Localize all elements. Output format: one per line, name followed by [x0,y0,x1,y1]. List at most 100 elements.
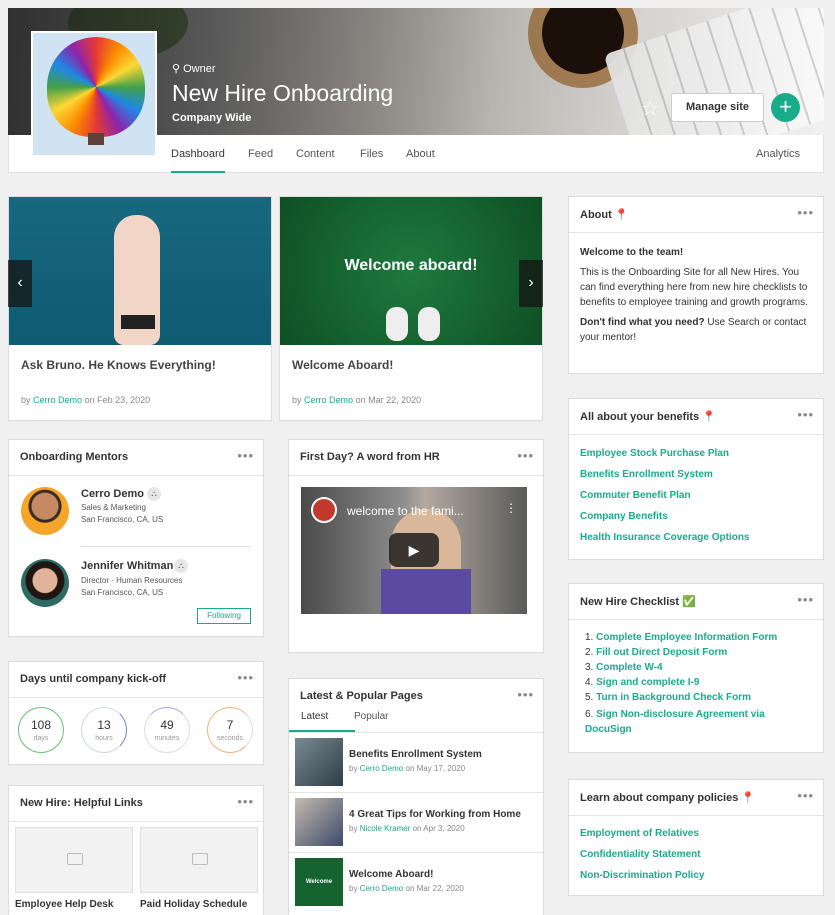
benefit-link[interactable]: Benefits Enrollment System [580,469,713,480]
checklist-item[interactable]: 6. Sign Non-disclosure Agreement via Doc… [585,707,795,737]
about-text: This is the Onboarding Site for all New … [580,267,808,308]
following-button[interactable]: Following [197,608,251,624]
author-link[interactable]: Cerro Demo [33,395,82,405]
page-title[interactable]: Benefits Enrollment System [349,749,482,760]
tile-label[interactable]: Paid Holiday Schedule [140,899,247,910]
more-dots-icon[interactable]: ••• [517,448,534,463]
carousel-slide-2[interactable]: Welcome aboard! Welcome Aboard! by Cerro… [279,196,543,421]
author-link[interactable]: Cerro Demo [360,764,404,773]
tab-content[interactable]: Content [296,148,335,160]
channel-avatar[interactable] [311,497,337,523]
site-subtitle: Company Wide [172,112,252,124]
policy-link[interactable]: Employment of Relatives [580,828,699,839]
checklist-link[interactable]: Complete Employee Information Form [596,632,777,643]
video-title[interactable]: welcome to the fami... [347,504,464,518]
tab-latest[interactable]: Latest [301,711,328,722]
author-link[interactable]: Cerro Demo [304,395,353,405]
page-title[interactable]: Welcome Aboard! [349,869,433,880]
benefit-link[interactable]: Employee Stock Purchase Plan [580,448,729,459]
benefit-link[interactable]: Health Insurance Coverage Options [580,532,750,543]
chevron-right-icon[interactable]: › [519,260,543,307]
more-dots-icon[interactable]: ••• [797,592,814,607]
list-item[interactable]: 4 Great Tips for Working from Home by Ni… [289,792,543,852]
policy-link[interactable]: Non-Discrimination Policy [580,870,704,881]
checklist-item[interactable]: 3. Complete W-4 [585,662,663,673]
benefits-card: All about your benefits 📍 ••• Employee S… [568,398,824,560]
more-vert-icon[interactable]: ⋮ [505,501,517,515]
link-tile[interactable] [140,827,258,893]
card-title: Learn about company policies 📍 [580,792,756,804]
countdown-unit: seconds [216,735,244,742]
list-item[interactable]: Welcome aboard! Welcome Aboard! by Cerro… [289,852,543,912]
image-placeholder-icon [192,853,208,865]
page-title[interactable]: 4 Great Tips for Working from Home [349,809,521,820]
link-tile[interactable] [15,827,133,893]
tab-dashboard[interactable]: Dashboard [171,148,225,173]
slide-title[interactable]: Ask Bruno. He Knows Everything! [21,358,216,372]
page-byline: by Cerro Demo on Mar 22, 2020 [349,884,464,893]
watch-graphic [121,315,155,329]
page-byline: by Cerro Demo on May 17, 2020 [349,764,465,773]
plus-icon[interactable]: + [771,93,800,122]
checklist-link[interactable]: Complete W-4 [596,662,662,673]
more-dots-icon[interactable]: ••• [797,205,814,220]
slide-image-hand [9,197,271,345]
divider [569,434,823,435]
tab-feed[interactable]: Feed [248,148,273,160]
tab-analytics[interactable]: Analytics [756,148,800,160]
benefit-link[interactable]: Commuter Benefit Plan [580,490,691,501]
checklist-item[interactable]: 1. Complete Employee Information Form [585,632,777,643]
more-dots-icon[interactable]: ••• [797,407,814,422]
more-dots-icon[interactable]: ••• [517,687,534,702]
sneaker-left [386,307,408,341]
carousel-slide-1[interactable]: Ask Bruno. He Knows Everything! by Cerro… [8,196,272,421]
benefit-link[interactable]: Company Benefits [580,511,668,522]
slide-byline: by Cerro Demo on Mar 22, 2020 [292,395,421,405]
author-link[interactable]: Cerro Demo [360,884,404,893]
byline-by: by [21,395,31,405]
byline-date: on Mar 22, 2020 [405,884,464,893]
tab-files[interactable]: Files [360,148,383,160]
policy-link[interactable]: Confidentiality Statement [580,849,701,860]
org-chart-icon[interactable]: ⛬ [174,559,188,573]
manage-site-button[interactable]: Manage site [671,93,764,122]
more-dots-icon[interactable]: ••• [237,448,254,463]
sneaker-right [418,307,440,341]
byline-date: on Apr 3, 2020 [412,824,465,833]
avatar[interactable] [21,559,69,607]
card-title: Days until company kick-off [20,673,167,685]
checklist-link[interactable]: Sign Non-disclosure Agreement via DocuSi… [585,709,765,735]
mentor-name[interactable]: Jennifer Whitman [81,560,173,572]
tab-about[interactable]: About [406,148,435,160]
chevron-left-icon[interactable]: ‹ [8,260,32,307]
popular-pages-card: Latest & Popular Pages ••• Latest Popula… [288,678,544,915]
checklist-item[interactable]: 4. Sign and complete I-9 [585,677,699,688]
video-player[interactable]: welcome to the fami... ⋮ ▶ [301,487,527,614]
divider [9,821,263,822]
checklist-item[interactable]: 5. Turn in Background Check Form [585,692,751,703]
countdown-card: Days until company kick-off ••• 108 days … [8,661,264,765]
star-icon[interactable]: ☆ [641,96,659,121]
checklist-link[interactable]: Fill out Direct Deposit Form [596,647,727,658]
checklist-link[interactable]: Turn in Background Check Form [596,692,751,703]
author-link[interactable]: Nicole Kramer [360,824,411,833]
checklist-link[interactable]: Sign and complete I-9 [596,677,699,688]
tile-label[interactable]: Employee Help Desk [15,899,113,910]
more-dots-icon[interactable]: ••• [797,788,814,803]
page-thumbnail: Welcome aboard! [295,858,343,906]
countdown-seconds: 7 seconds [207,707,253,753]
play-icon[interactable]: ▶ [389,533,439,567]
avatar[interactable] [21,487,69,535]
tab-popular[interactable]: Popular [354,711,388,722]
more-dots-icon[interactable]: ••• [237,670,254,685]
slide-byline: by Cerro Demo on Feb 23, 2020 [21,395,150,405]
divider [9,697,263,698]
checklist-item[interactable]: 2. Fill out Direct Deposit Form [585,647,727,658]
list-item[interactable]: Benefits Enrollment System by Cerro Demo… [289,732,543,792]
countdown-minutes: 49 minutes [144,707,190,753]
slide-title[interactable]: Welcome Aboard! [292,358,393,372]
org-chart-icon[interactable]: ⛬ [147,487,161,501]
more-dots-icon[interactable]: ••• [237,794,254,809]
mentor-name[interactable]: Cerro Demo [81,488,144,500]
owner-text: Owner [183,63,216,75]
